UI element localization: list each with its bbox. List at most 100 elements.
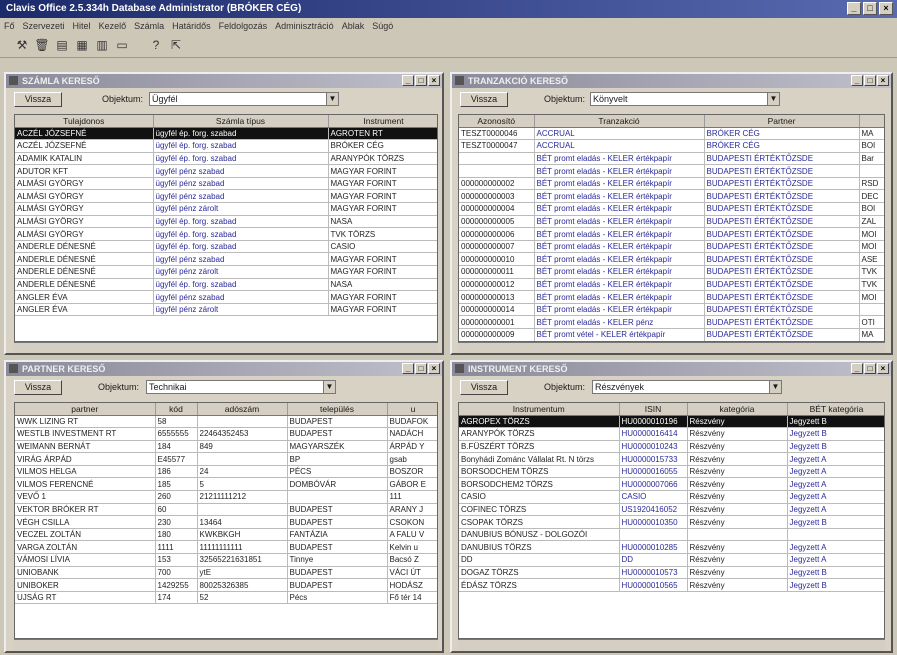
table-row[interactable]: TESZT0000046 ACCRUAL BRÓKER CÉG MA — [459, 127, 884, 141]
chevron-down-icon[interactable]: ▼ — [326, 93, 338, 105]
object-select[interactable]: Könyvelt ▼ — [590, 92, 780, 106]
menu-ablak[interactable]: Ablak — [342, 18, 365, 34]
pointer-help-icon[interactable]: ⇱ — [168, 37, 184, 53]
account-table[interactable]: Tulajdonos Számla típus Instrument ACZÉL… — [14, 114, 438, 342]
column-header[interactable]: Tranzakció — [534, 115, 705, 128]
menu-szamla[interactable]: Számla — [134, 18, 164, 34]
table-row[interactable]: 000000000014 BÉT promt eladás - KELER ért… — [459, 303, 884, 317]
table-row[interactable]: VILMOS HELGA 186 24 PÉCS BOSZOR — [15, 465, 437, 479]
table-row[interactable]: VARGA ZOLTÁN 1111 11111111111 BUDAPEST Kelvi… — [15, 540, 437, 555]
table-row[interactable]: DD DD Részvény Jegyzett A — [459, 553, 884, 567]
chevron-down-icon[interactable]: ▼ — [323, 381, 335, 393]
columns-icon[interactable]: ▥ — [94, 37, 110, 53]
table-row[interactable]: DOGAZ TÖRZS HU0000010573 Részvény Jegyzett … — [459, 566, 884, 580]
menu-fo[interactable]: Fő — [4, 18, 15, 34]
table-row[interactable]: ALMÁSI GYÖRGY ügyfél ép. forg. szabad NASA — [15, 215, 437, 229]
close-button[interactable]: × — [428, 75, 440, 86]
chevron-down-icon[interactable]: ▼ — [769, 381, 781, 393]
column-header[interactable]: adószám — [197, 403, 288, 416]
column-header[interactable]: kategória — [687, 403, 788, 416]
maximize-button[interactable]: □ — [415, 363, 427, 374]
table-row[interactable]: 000000000012 BÉT promt eladás - KELER ért… — [459, 278, 884, 292]
table-row[interactable]: ALMÁSI GYÖRGY ügyfél pénz zárolt MAGYAR FO… — [15, 202, 437, 216]
table-row[interactable]: TESZT0000047 ACCRUAL BRÓKER CÉG BOI — [459, 139, 884, 153]
table-row[interactable]: 000000000004 BÉT promt eladás - KELER ért… — [459, 202, 884, 216]
table-row[interactable]: VÁMOSI LÍVIA 153 32565221631851 Tinnye Bacsó… — [15, 553, 437, 567]
maximize-button[interactable]: □ — [864, 363, 876, 374]
table-row[interactable]: COFINEC TÖRZS US1920416052 Részvény Jegyzet… — [459, 503, 884, 517]
table-row[interactable]: 000000000005 BÉT promt eladás - KELER ért… — [459, 215, 884, 229]
table-row[interactable]: UNIBOKER 1429255 80025326385 BUDAPEST HODÁSZ — [15, 578, 437, 592]
column-header[interactable]: kód — [155, 403, 198, 416]
maximize-button[interactable]: □ — [415, 75, 427, 86]
table-icon[interactable]: ▤ — [54, 37, 70, 53]
object-select[interactable]: Ügyfél ▼ — [149, 92, 339, 106]
table-row[interactable]: B.FÜSZÉRT TÖRZS HU0000010243 Részvény Jegyz… — [459, 440, 884, 454]
menu-hitel[interactable]: Hitel — [73, 18, 91, 34]
close-button[interactable]: × — [877, 75, 889, 86]
table-row[interactable]: ÉDÁSZ TÖRZS HU0000010565 Részvény Jegyzett … — [459, 578, 884, 592]
table-row[interactable]: ALMÁSI GYÖRGY ügyfél ép. forg. szabad TVK … — [15, 227, 437, 241]
table-row[interactable]: ANGLER ÉVA ügyfél pénz szabad MAGYAR FORIN… — [15, 290, 437, 304]
table-row[interactable]: BORSODCHEM2 TÖRZS HU0000007066 Részvény Jeg… — [459, 477, 884, 492]
maximize-button[interactable]: □ — [864, 75, 876, 86]
column-header[interactable]: ISIN — [619, 403, 688, 416]
table-row[interactable]: 000000000009 BÉT promt vétel - KELER érté… — [459, 328, 884, 341]
table-row[interactable]: BORSODCHEM TÖRZS HU0000016055 Részvény Jegy… — [459, 465, 884, 479]
table-row[interactable]: 000000000007 BÉT promt eladás - KELER ért… — [459, 240, 884, 254]
back-button[interactable]: Vissza — [460, 380, 508, 395]
trash-icon[interactable]: 🗑 — [34, 37, 50, 53]
table-row[interactable]: ALMÁSI GYÖRGY ügyfél pénz szabad MAGYAR FO… — [15, 177, 437, 191]
menu-kezelo[interactable]: Kezelő — [99, 18, 127, 34]
transaction-table[interactable]: Azonosító Tranzakció Partner TESZT000004… — [458, 114, 885, 342]
table-row[interactable]: ANDERLE DÉNESNÉ ügyfél pénz zárolt MAGYAR … — [15, 265, 437, 279]
table-row[interactable]: WEIMANN BERNÁT 184 849 MAGYARSZÉK ÁRPÁD Y — [15, 440, 437, 454]
table-row[interactable]: ADUTOR KFT ügyfél pénz szabad MAGYAR FORIN… — [15, 164, 437, 178]
menu-feldolgozas[interactable]: Feldolgozás — [219, 18, 268, 34]
back-button[interactable]: Vissza — [460, 92, 508, 107]
table-row[interactable]: 000000000003 BÉT promt eladás - KELER ért… — [459, 189, 884, 204]
column-header[interactable]: BÉT kategória — [787, 403, 884, 416]
column-header[interactable]: partner — [15, 403, 156, 416]
table-row[interactable]: VEKTOR BRÓKER RT 60 BUDAPEST ARANY J — [15, 503, 437, 517]
menu-sugo[interactable]: Súgó — [372, 18, 393, 34]
column-header[interactable]: Instrument — [328, 115, 437, 128]
object-select[interactable]: Technikai ▼ — [146, 380, 336, 394]
hammer-icon[interactable]: ⚒ — [14, 37, 30, 53]
table-row[interactable]: 000000000013 BÉT promt eladás - KELER ért… — [459, 290, 884, 304]
table-row[interactable]: WWK LIZING RT 58 BUDAPEST BUDAFOK — [15, 415, 437, 429]
table-row[interactable]: ARANYPÓK TÖRZS HU0000016414 Részvény Jegyze… — [459, 427, 884, 441]
table-row[interactable]: ANDERLE DÉNESNÉ ügyfél pénz szabad MAGYAR … — [15, 252, 437, 267]
horizontal-scrollbar[interactable] — [14, 639, 438, 650]
table-row[interactable]: ADAMIK KATALIN ügyfél ép. forg. szabad ARA… — [15, 152, 437, 166]
table-row[interactable]: WESTLB INVESTMENT RT 6555555 22464352453 BU… — [15, 427, 437, 441]
column-header[interactable] — [859, 115, 884, 128]
table-row[interactable]: BÉT promt eladás - KELER értékpapír BUDAP… — [459, 164, 884, 178]
column-header[interactable]: u — [387, 403, 437, 416]
table-row[interactable]: UNIOBANK 700 ytE BUDAPEST VÁCI ÚT — [15, 566, 437, 580]
help-icon[interactable]: ? — [148, 37, 164, 53]
table-row[interactable]: 000000000011 BÉT promt eladás - KELER ért… — [459, 265, 884, 279]
menu-adminisztracio[interactable]: Adminisztráció — [275, 18, 334, 34]
table-row[interactable]: CASIO CASIO Részvény Jegyzett A — [459, 490, 884, 504]
column-header[interactable]: település — [287, 403, 388, 416]
table-row[interactable]: VÉGH CSILLA 230 13464 BUDAPEST CSOKON — [15, 515, 437, 529]
chevron-down-icon[interactable]: ▼ — [767, 93, 779, 105]
horizontal-scrollbar[interactable] — [458, 342, 885, 353]
horizontal-scrollbar[interactable] — [458, 639, 885, 650]
table-row[interactable]: DANUBIUS TÖRZS HU0000010285 Részvény Jegyze… — [459, 540, 884, 555]
partner-table[interactable]: partner kód adószám település u WWK LIZI… — [14, 402, 438, 639]
table-row[interactable]: CSOPAK TÖRZS HU0000010350 Részvény Jegyzett… — [459, 515, 884, 529]
maximize-button[interactable]: □ — [863, 2, 877, 15]
menu-szervezeti[interactable]: Szervezeti — [23, 18, 65, 34]
window-dropdown-icon[interactable]: ▭ — [114, 37, 130, 53]
column-header[interactable]: Azonosító — [459, 115, 535, 128]
table-row[interactable]: DANUBIUS BÓNUSZ - DOLGOZÓI — [459, 528, 884, 542]
minimize-button[interactable]: _ — [402, 363, 414, 374]
close-button[interactable]: × — [879, 2, 893, 15]
column-header[interactable]: Számla típus — [153, 115, 329, 128]
table-row[interactable]: 000000000002 BÉT promt eladás - KELER ért… — [459, 177, 884, 191]
table-row[interactable]: UJSÁG RT 174 52 Pécs Fő tér 14 — [15, 591, 437, 605]
back-button[interactable]: Vissza — [14, 92, 62, 107]
table-row[interactable]: ACZÉL JÓZSEFNÉ ügyfél ép. forg. szabad AGR… — [15, 127, 437, 141]
